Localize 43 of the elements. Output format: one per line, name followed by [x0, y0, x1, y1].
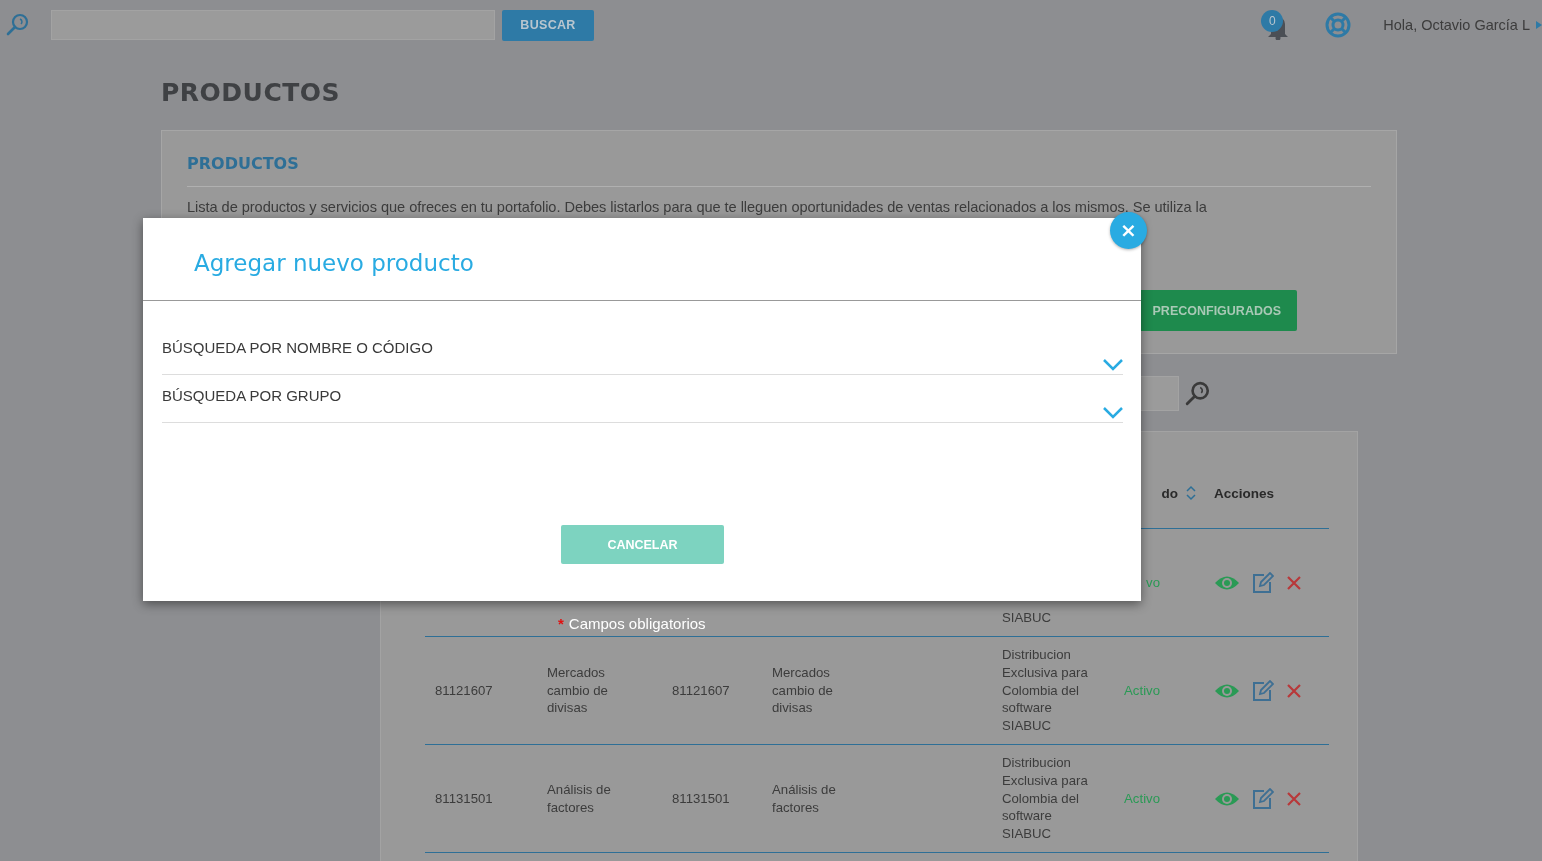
required-mark: *	[558, 615, 564, 632]
search-icon[interactable]	[6, 13, 30, 37]
edit-icon[interactable]	[1252, 679, 1274, 702]
table-cell-text: Distribucion Exclusiva para Colombia del software SIABUC	[1002, 646, 1089, 735]
status-text: vo	[1145, 573, 1160, 592]
table-cell-text: 81131501	[672, 789, 731, 808]
table-cell-text: Distribucion Exclusiva para Colombia del software SIABUC	[1002, 754, 1089, 843]
delete-icon[interactable]	[1286, 682, 1302, 699]
column-header[interactable]: Acciones	[1214, 458, 1329, 529]
notification-badge: 0	[1261, 10, 1284, 32]
preconfigured-button[interactable]: PRECONFIGURADOS	[1138, 290, 1297, 331]
sort-icon[interactable]	[1186, 485, 1196, 501]
edit-icon[interactable]	[1252, 787, 1274, 810]
delete-icon[interactable]	[1286, 790, 1302, 807]
chevron-icon	[1103, 407, 1123, 419]
status-text: Activo	[1123, 789, 1160, 808]
user-menu[interactable]: Hola, Octavio García L	[1383, 17, 1530, 33]
card-description: Lista de productos y servicios que ofreces en tu portafolio. Debes listarlos para que te lleguen oportunidades de ventas relacionados a los mismos. Se utiliza la	[187, 199, 1208, 215]
table-cell-text: 81131501	[435, 789, 494, 808]
cancel-button[interactable]: CANCELAR	[561, 525, 724, 564]
search-button[interactable]: BUSCAR	[502, 9, 594, 41]
table-cell-text: Análisis de factores	[772, 780, 837, 817]
section-label: BÚSQUEDA POR NOMBRE O CÓDIGO	[162, 338, 433, 356]
lifebuoy-icon[interactable]	[1325, 12, 1352, 38]
table-cell-text: Mercados cambio de divisas	[772, 663, 834, 718]
page-title: PRODUCTOS	[161, 78, 342, 109]
chevron-icon	[1103, 359, 1123, 371]
status-text: Activo	[1123, 681, 1160, 700]
search-icon[interactable]	[1185, 380, 1211, 407]
table-cell-text: 81121607	[672, 681, 731, 700]
accordion-section[interactable]: BÚSQUEDA POR NOMBRE O CÓDIGO	[162, 331, 1123, 375]
table-cell-text: Mercados cambio de divisas	[547, 663, 609, 718]
accordion-section[interactable]: BÚSQUEDA POR GRUPO	[162, 379, 1123, 423]
caret-icon	[1536, 21, 1542, 29]
edit-icon[interactable]	[1252, 571, 1274, 594]
table-cell-text: Análisis de factores	[547, 780, 612, 817]
delete-icon[interactable]	[1286, 574, 1302, 591]
card-title: PRODUCTOS	[187, 154, 1371, 187]
required-note: Campos obligatorios	[568, 615, 706, 632]
table-cell-text: 81121607	[435, 681, 494, 700]
section-label: BÚSQUEDA POR GRUPO	[162, 386, 342, 404]
table-cell-text: SIABUC	[1002, 609, 1053, 627]
notification-bell[interactable]: 0	[1261, 10, 1288, 40]
